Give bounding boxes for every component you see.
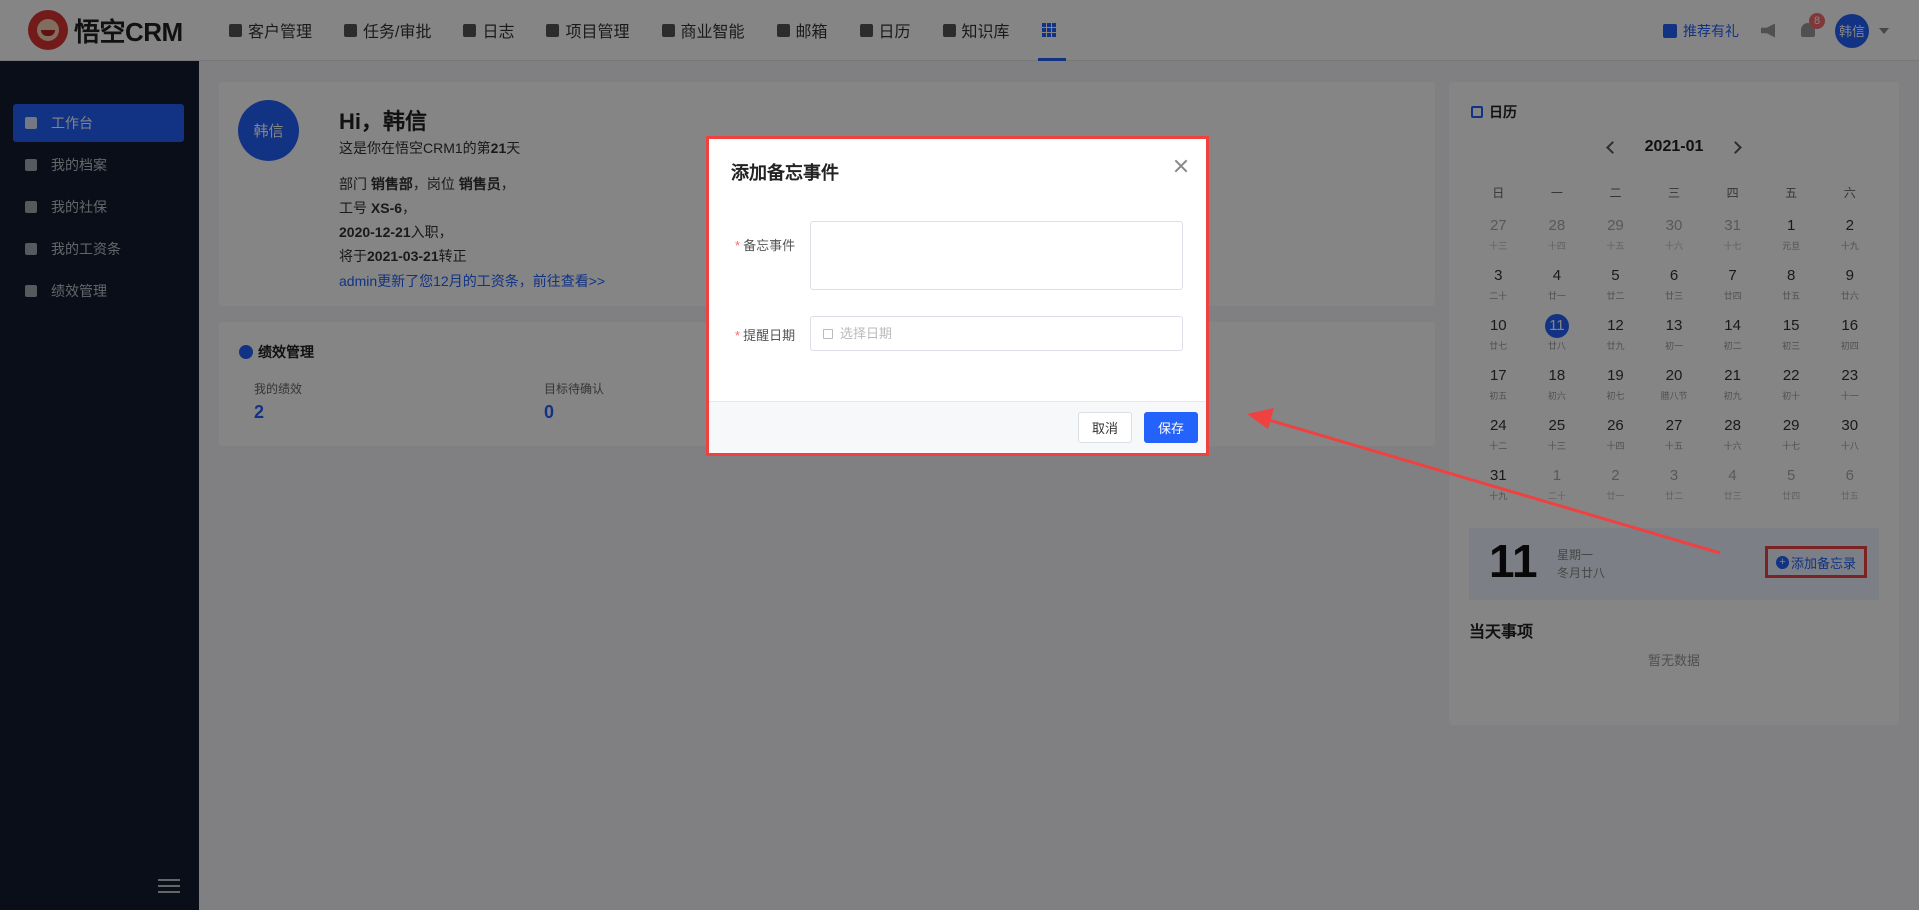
dialog-footer: 取消 保存 (709, 401, 1206, 453)
reminder-date-field[interactable] (810, 316, 1183, 351)
cancel-button[interactable]: 取消 (1077, 412, 1132, 443)
close-icon[interactable] (1174, 159, 1188, 173)
reminder-date-input[interactable] (840, 326, 1140, 341)
event-label: * 备忘事件 (735, 238, 796, 253)
memo-event-input[interactable] (810, 221, 1183, 290)
date-label: * 提醒日期 (735, 328, 796, 343)
dialog-title: 添加备忘事件 (731, 163, 839, 183)
add-memo-dialog: 添加备忘事件 *备忘事件 *提醒日期 取消 保存 (706, 136, 1209, 456)
calendar-icon (823, 328, 833, 339)
save-button[interactable]: 保存 (1143, 412, 1198, 443)
